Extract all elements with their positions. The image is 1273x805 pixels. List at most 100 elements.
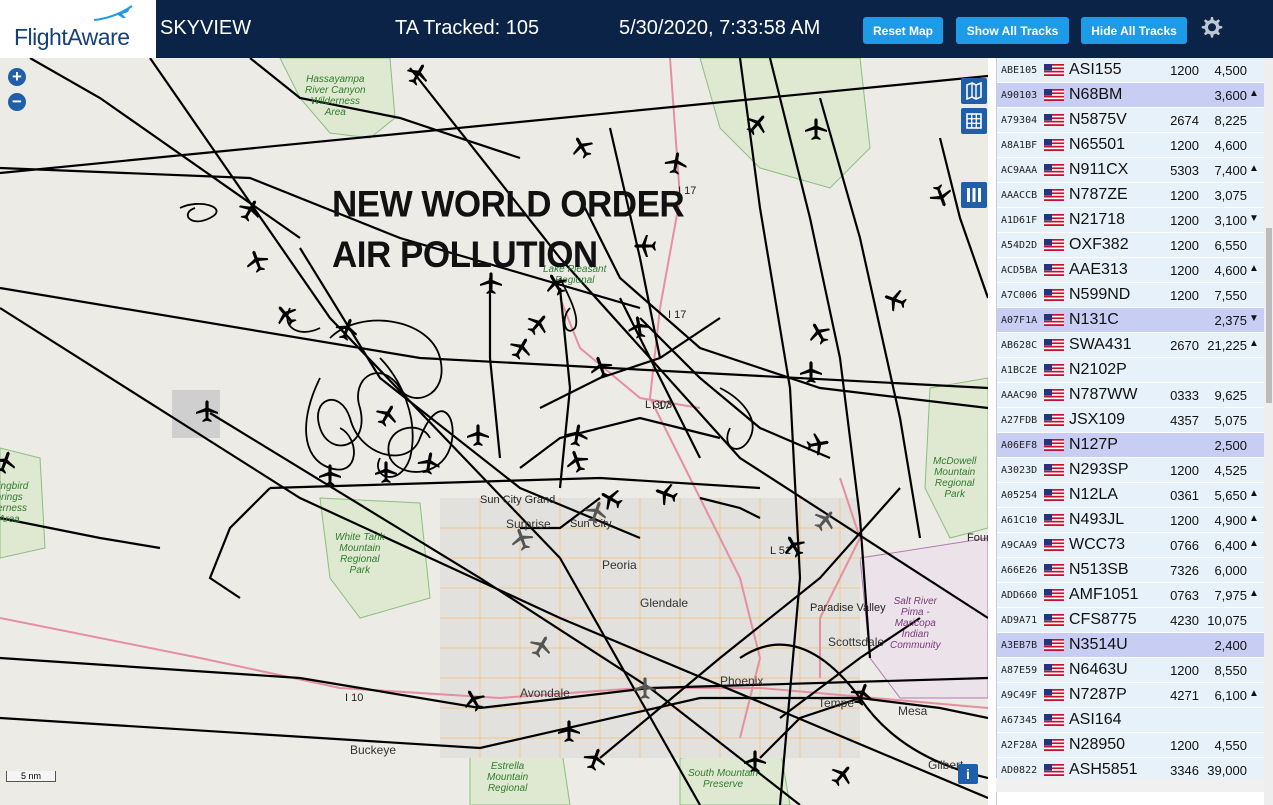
table-row[interactable]: A05254 N12LA 0361 5,650 ▲: [997, 483, 1265, 508]
altitude: 6,400: [1214, 538, 1247, 553]
info-button[interactable]: i: [958, 764, 978, 784]
table-row[interactable]: A66E26 N513SB 7326 6,000: [997, 558, 1265, 583]
table-scroll-thumb[interactable]: [1266, 228, 1272, 403]
airplane-icon[interactable]: [317, 462, 343, 488]
table-row[interactable]: AB628C SWA431 2670 21,225 ▲: [997, 333, 1265, 358]
us-flag-icon: [1044, 114, 1064, 126]
hex-code: A3023D: [1001, 465, 1038, 476]
gear-icon[interactable]: [1198, 14, 1224, 40]
table-row[interactable]: AC9AAA N911CX 5303 7,400 ▲: [997, 158, 1265, 183]
zoom-in-button[interactable]: +: [8, 68, 26, 86]
airplane-icon[interactable]: [803, 429, 833, 459]
hex-code: AAACCB: [1001, 190, 1038, 201]
squawk: 3346: [1170, 763, 1199, 778]
altitude-trend-icon: ▼: [1249, 313, 1259, 324]
table-row[interactable]: A54D2D OXF382 1200 6,550: [997, 233, 1265, 258]
altitude: 5,650: [1214, 488, 1247, 503]
table-row[interactable]: A9C49F N7287P 4271 6,100 ▲: [997, 683, 1265, 708]
header-bar: FlightAware SKYVIEW TA Tracked: 105 5/30…: [0, 0, 1273, 58]
hex-code: A61C10: [1001, 515, 1038, 526]
table-row[interactable]: AAAC90 N787WW 0333 9,625: [997, 383, 1265, 408]
map-label: Buckeye: [350, 743, 397, 757]
table-row[interactable]: ADD660 AMF1051 0763 7,975 ▲: [997, 583, 1265, 608]
table-row[interactable]: ACD5BA AAE313 1200 4,600 ▲: [997, 258, 1265, 283]
airplane-icon[interactable]: [798, 359, 824, 385]
airplane-icon[interactable]: [414, 448, 444, 478]
map-view[interactable]: Hassayampa River Canyon Wilderness Area L…: [0, 58, 988, 805]
ident: N12LA: [1069, 486, 1118, 503]
table-row[interactable]: A8A1BF N65501 1200 4,600: [997, 133, 1265, 158]
ident: N787ZE: [1069, 186, 1128, 203]
airplane-icon[interactable]: [562, 420, 592, 450]
grid-icon: [966, 113, 982, 129]
columns-icon: [967, 188, 981, 202]
table-row[interactable]: A1D61F N21718 1200 3,100 ▼: [997, 208, 1265, 233]
altitude: 3,100: [1214, 213, 1247, 228]
table-row[interactable]: A61C10 N493JL 1200 4,900 ▲: [997, 508, 1265, 533]
table-row[interactable]: A67345 ASI164: [997, 708, 1265, 733]
map-label: Fountain: [967, 532, 988, 544]
us-flag-icon: [1044, 614, 1064, 626]
map-layer-button[interactable]: [961, 78, 987, 104]
table-row[interactable]: A87E59 N6463U 1200 8,550: [997, 658, 1265, 683]
table-row[interactable]: ABE105 ASI155 1200 4,500: [997, 58, 1265, 83]
ident: AMF1051: [1069, 586, 1139, 603]
logo[interactable]: FlightAware: [0, 0, 156, 58]
table-row[interactable]: AAACCB N787ZE 1200 3,075: [997, 183, 1265, 208]
table-row[interactable]: A06EF8 N127P 2,500: [997, 433, 1265, 458]
table-row[interactable]: A1BC2E N2102P: [997, 358, 1265, 383]
table-row[interactable]: A3EB7B N3514U 2,400: [997, 633, 1265, 658]
altitude: 8,550: [1214, 663, 1247, 678]
table-row[interactable]: A2F28A N28950 1200 4,550: [997, 733, 1265, 758]
airplane-icon[interactable]: [465, 422, 491, 448]
table-row[interactable]: A90103 N68BM 3,600 ▲: [997, 83, 1265, 108]
altitude: 2,400: [1214, 638, 1247, 653]
airplane-icon[interactable]: [556, 718, 582, 744]
us-flag-icon: [1044, 164, 1064, 176]
table-row[interactable]: A27FDB JSX109 4357 5,075: [997, 408, 1265, 433]
map-label: mingbird prings derness Area: [0, 481, 29, 525]
hide-all-tracks-button[interactable]: Hide All Tracks: [1081, 17, 1187, 44]
squawk: 7326: [1170, 563, 1199, 578]
table-row[interactable]: A9CAA9 WCC73 0766 6,400 ▲: [997, 533, 1265, 558]
map-label: White Tank Mountain Regional Park: [335, 532, 385, 576]
altitude: 3,600: [1214, 88, 1247, 103]
hex-code: A2F28A: [1001, 740, 1038, 751]
table-row[interactable]: AD9A71 CFS8775 4230 10,075: [997, 608, 1265, 633]
table-row[interactable]: A07F1A N131C 2,375 ▼: [997, 308, 1265, 333]
table-hscrollbar[interactable]: [996, 778, 1264, 792]
hex-code: A8A1BF: [1001, 140, 1038, 151]
airplane-icon[interactable]: [803, 116, 829, 142]
ident: JSX109: [1069, 411, 1126, 428]
map-scale: 5 nm: [6, 771, 56, 782]
altitude: 4,600: [1214, 138, 1247, 153]
airplane-icon[interactable]: [661, 148, 691, 178]
altitude-trend-icon: ▼: [1249, 213, 1259, 224]
zoom-out-button[interactable]: −: [8, 93, 26, 111]
airplane-icon[interactable]: [742, 748, 768, 774]
grid-button[interactable]: [961, 108, 987, 134]
airplane-icon[interactable]: [373, 459, 399, 485]
us-flag-icon: [1044, 414, 1064, 426]
squawk: [1153, 308, 1205, 332]
squawk: [1153, 83, 1205, 107]
ident: N3514U: [1069, 636, 1128, 653]
columns-button[interactable]: [961, 182, 987, 208]
hex-code: AC9AAA: [1001, 165, 1038, 176]
table-row[interactable]: A7C006 N599ND 1200 7,550: [997, 283, 1265, 308]
airplane-icon[interactable]: [624, 312, 654, 342]
us-flag-icon: [1044, 589, 1064, 601]
table-row[interactable]: A79304 N5875V 2674 8,225: [997, 108, 1265, 133]
airplane-icon[interactable]: [194, 398, 220, 424]
table-row[interactable]: A3023D N293SP 1200 4,525: [997, 458, 1265, 483]
map-base: [0, 58, 988, 805]
table-scrollbar[interactable]: [1264, 58, 1273, 805]
ident: ASI155: [1069, 61, 1122, 78]
hex-code: A79304: [1001, 115, 1038, 126]
hex-code: AD0822: [1001, 765, 1038, 776]
us-flag-icon: [1044, 514, 1064, 526]
airplane-icon[interactable]: [632, 675, 658, 701]
reset-map-button[interactable]: Reset Map: [863, 17, 943, 44]
show-all-tracks-button[interactable]: Show All Tracks: [956, 17, 1069, 44]
squawk: 1200: [1170, 738, 1199, 753]
